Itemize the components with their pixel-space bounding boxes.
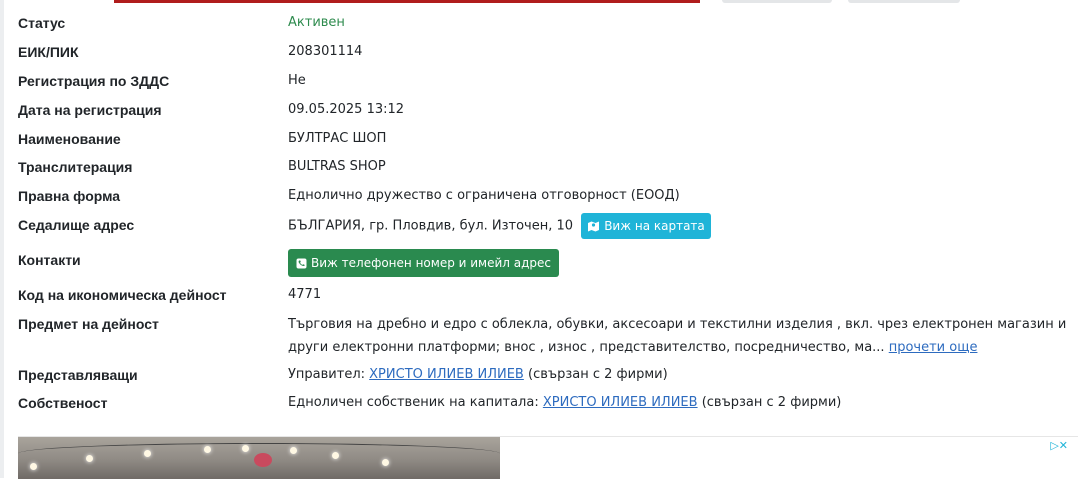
ad-image[interactable] — [18, 437, 500, 479]
bulb — [30, 463, 37, 470]
status-value: Активен — [288, 15, 345, 30]
address-value: БЪЛГАРИЯ, гр. Пловдив, бул. Източен, 10 — [288, 218, 574, 234]
legal-form-value: Еднолично дружество с ограничена отговор… — [288, 188, 680, 203]
business-subject-value: Търговия на дребно и едро с облекла, обу… — [288, 313, 1078, 359]
company-name-value: БУЛТРАС ШОП — [288, 131, 387, 146]
bulb — [242, 445, 249, 452]
bulb — [144, 450, 151, 457]
vat-value: Не — [288, 73, 306, 88]
field-label: Регистрация по ЗДДС — [18, 73, 170, 89]
field-label: Представляващи — [18, 367, 138, 383]
top-tab-1[interactable] — [722, 0, 832, 3]
field-label: Наименование — [18, 131, 121, 147]
field-label: Правна форма — [18, 188, 121, 204]
show-contacts-label: Виж телефонен номер и имейл адрес — [311, 256, 552, 270]
owner-link[interactable]: ХРИСТО ИЛИЕВ ИЛИЕВ — [543, 395, 698, 410]
phone-icon — [296, 258, 307, 269]
ownership-value: Едноличен собственик на капитала: ХРИСТО… — [288, 395, 841, 410]
top-red-banner — [114, 0, 700, 3]
advertisement[interactable]: ▷✕ — [18, 436, 1078, 479]
field-label: Контакти — [18, 252, 81, 268]
map-icon — [588, 221, 600, 232]
left-border — [0, 0, 4, 478]
address-value-wrap: БЪЛГАРИЯ, гр. Пловдив, бул. Източен, 10 … — [288, 213, 711, 239]
field-label: ЕИК/ПИК — [18, 44, 79, 60]
representatives-value: Управител: ХРИСТО ИЛИЕВ ИЛИЕВ (свързан с… — [288, 367, 668, 382]
bulb — [86, 455, 93, 462]
top-tab-2[interactable] — [848, 0, 960, 3]
representative-link[interactable]: ХРИСТО ИЛИЕВ ИЛИЕВ — [369, 367, 524, 382]
view-map-button[interactable]: Виж на картата — [581, 213, 711, 239]
field-label: Предмет на дейност — [18, 316, 159, 332]
field-label: Транслитерация — [18, 159, 133, 175]
bulb — [204, 446, 211, 453]
eik-value: 208301114 — [288, 44, 363, 59]
contacts-value: Виж телефонен номер и имейл адрес — [288, 249, 560, 277]
field-label: Дата на регистрация — [18, 102, 162, 118]
bulb — [382, 459, 389, 466]
owner-role: Едноличен собственик на капитала: — [288, 395, 539, 410]
field-label: Статус — [18, 15, 66, 31]
owner-relations: (свързан с 2 фирми) — [701, 395, 842, 410]
bulb — [290, 447, 297, 454]
view-map-label: Виж на картата — [604, 219, 705, 233]
transliteration-value: BULTRAS SHOP — [288, 159, 386, 174]
field-label: Код на икономическа дейност — [18, 287, 227, 303]
field-label: Собственост — [18, 395, 108, 411]
reg-date-value: 09.05.2025 13:12 — [288, 102, 405, 117]
show-contacts-button[interactable]: Виж телефонен номер и имейл адрес — [288, 249, 560, 277]
representative-role: Управител: — [288, 367, 366, 382]
flower — [254, 453, 272, 467]
adchoices-icon[interactable]: ▷✕ — [1050, 439, 1068, 452]
representative-relations: (свързан с 2 фирми) — [528, 367, 668, 382]
bulb — [332, 452, 339, 459]
field-label: Седалище адрес — [18, 217, 135, 233]
read-more-link[interactable]: прочети още — [889, 340, 978, 355]
activity-code-value: 4771 — [288, 287, 322, 302]
